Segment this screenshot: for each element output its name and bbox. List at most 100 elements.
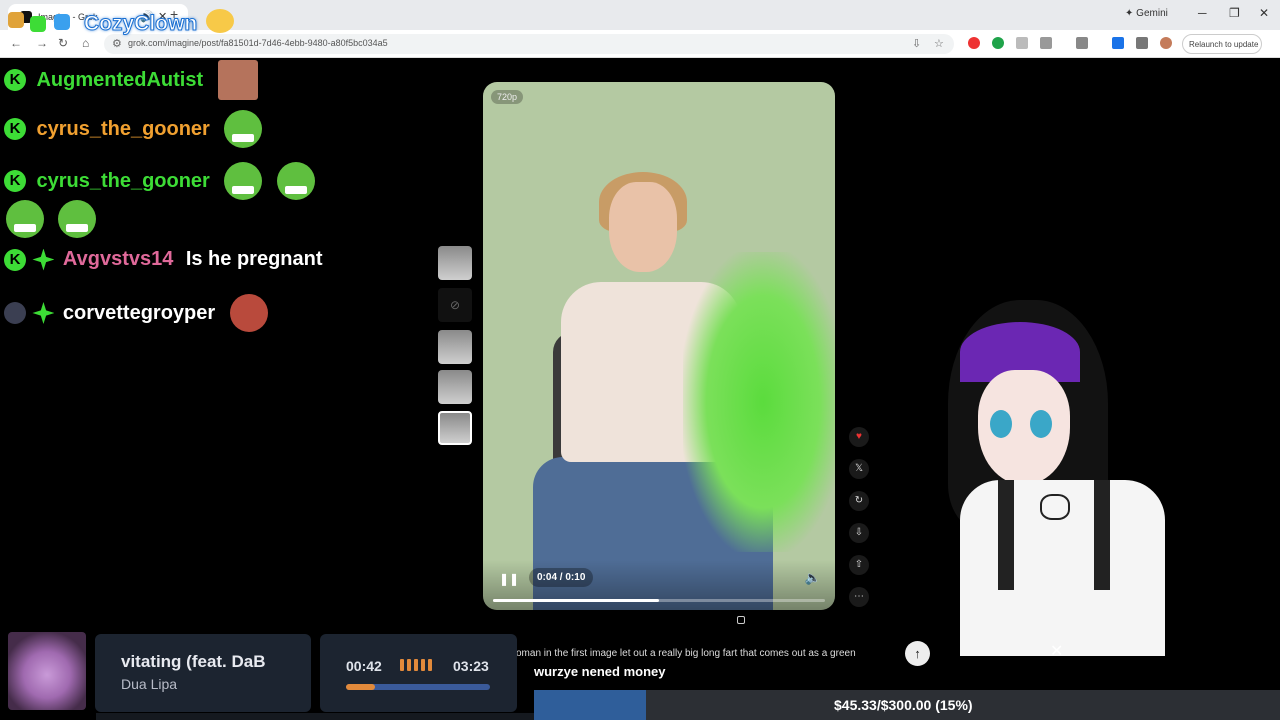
pepe-emote-icon: [276, 162, 315, 200]
resolution-badge: 720p: [491, 90, 524, 104]
chat-text: Is he pregnant: [185, 248, 323, 270]
relaunch-button[interactable]: Relaunch to update: [1182, 34, 1262, 54]
overlay-title: CozyClown: [83, 12, 198, 36]
chat-username: Avgvstvs14: [62, 248, 174, 270]
volume-icon[interactable]: 🔈: [805, 570, 821, 586]
pepe-emote-icon: [224, 162, 263, 200]
pause-icon[interactable]: ❚❚: [499, 572, 519, 588]
seek-bar[interactable]: [493, 599, 825, 602]
video-controls: ❚❚ 0:04 / 0:10 🔈: [483, 560, 835, 610]
minimize-icon[interactable]: ─: [1198, 6, 1207, 20]
x-share-icon[interactable]: 𝕏: [849, 459, 869, 479]
download-icon[interactable]: ⇩: [849, 523, 869, 543]
music-progress-fill: [346, 684, 375, 690]
pepe-emote-icon: [224, 110, 263, 148]
sidepanel-icon[interactable]: [1076, 37, 1088, 49]
address-bar[interactable]: ⚙ grok.com/imagine/post/fa81501d-7d46-4e…: [104, 34, 954, 54]
stop-icon[interactable]: [737, 616, 745, 624]
chat-username: corvettegroyper: [62, 301, 216, 324]
site-info-icon[interactable]: ⚙: [112, 37, 122, 50]
video-player[interactable]: 720p ❚❚ 0:04 / 0:10 🔈: [483, 82, 835, 610]
music-current-time: 00:42: [346, 658, 382, 674]
head-shape: [609, 182, 677, 272]
gemini-button[interactable]: ✦ Gemini: [1125, 8, 1168, 19]
twitter-bird-icon: [54, 14, 70, 30]
submit-arrow-icon[interactable]: ↑: [905, 641, 930, 666]
close-icon[interactable]: ✕: [1050, 641, 1063, 661]
url-text: grok.com/imagine/post/fa81501d-7d46-4ebb…: [128, 38, 388, 48]
gemini-label: Gemini: [1136, 8, 1168, 19]
media-icon[interactable]: [1136, 37, 1148, 49]
restore-icon[interactable]: ❐: [1229, 6, 1240, 20]
extension-icon[interactable]: [992, 37, 1004, 49]
donation-goal-text: $45.33/$300.00 (15%): [834, 697, 973, 713]
face-emote-icon: [217, 60, 258, 100]
chat-username: AugmentedAutist: [36, 68, 204, 91]
overlay-logo-cluster: [0, 6, 80, 42]
heart-icon[interactable]: ♥: [849, 427, 869, 447]
song-title: vitating (feat. DaB: [121, 652, 266, 671]
duration: 0:10: [565, 572, 586, 583]
window-close-icon[interactable]: ✕: [1259, 6, 1269, 20]
extension-icon[interactable]: [1016, 37, 1028, 49]
vtuber-eye-shape: [1030, 410, 1052, 438]
song-artist: Dua Lipa: [121, 676, 178, 692]
chat-message: K cyrus_the_gooner: [4, 110, 263, 150]
chat-message: corvettegroyper: [4, 294, 268, 334]
selected-thumbnail[interactable]: [438, 411, 472, 445]
chat-message: K cyrus_the_gooner: [4, 162, 315, 202]
donation-goal-bar: $45.33/$300.00 (15%): [534, 690, 1280, 720]
music-duration: 03:23: [453, 658, 489, 674]
mascot-icon: [8, 12, 24, 28]
seek-bar-fill: [493, 599, 659, 602]
share-icon[interactable]: ⇧: [849, 555, 869, 575]
extensions-puzzle-icon[interactable]: [1040, 37, 1052, 49]
user-avatar: [4, 302, 26, 324]
kick-badge-icon: K: [4, 170, 26, 192]
profile-avatar[interactable]: [1160, 37, 1172, 49]
playback-time-card: 00:42 03:23: [320, 634, 517, 712]
chat-message-continued: [6, 200, 97, 240]
pepe-emote-icon: [6, 200, 44, 238]
kick-badge-icon: K: [4, 248, 26, 271]
chat-message: K Avgvstvs14 Is he pregnant: [4, 248, 323, 288]
time-display: 0:04 / 0:10: [529, 568, 594, 587]
install-icon[interactable]: ⇩: [912, 37, 921, 50]
vtuber-eye-shape: [990, 410, 1012, 438]
green-smoke-shape: [683, 252, 835, 552]
regenerate-icon[interactable]: ↻: [849, 491, 869, 511]
chat-username: cyrus_the_gooner: [36, 117, 210, 140]
vtuber-strap-shape: [1094, 480, 1110, 590]
chat-panel: K AugmentedAutist K cyrus_the_gooner K c…: [0, 58, 420, 358]
chat-message: K AugmentedAutist: [4, 60, 258, 100]
album-art: [8, 632, 86, 710]
stream-screen: Imagine - Grok 🔊 ✕ + ✦ Gemini ─ ❐ ✕ ← → …: [0, 0, 1280, 720]
hidden-thumbnail-icon[interactable]: ⊘: [438, 288, 472, 322]
subscriber-badge-icon: [32, 248, 55, 271]
history-thumbnail[interactable]: [438, 246, 472, 280]
vtuber-bow-shape: [1040, 494, 1070, 520]
pepe-emote-icon: [58, 200, 97, 238]
prompt-input[interactable]: oman in the first image let out a really…: [516, 648, 901, 659]
more-icon[interactable]: ⋯: [849, 587, 869, 607]
face-emote-icon: [229, 294, 268, 332]
subscriber-badge-icon: [32, 302, 55, 324]
taskbar-strip: [96, 713, 536, 720]
current-time: 0:04: [537, 572, 558, 583]
history-thumbnail[interactable]: [438, 370, 472, 404]
extension-icon[interactable]: [968, 37, 980, 49]
kick-badge-icon: K: [4, 69, 26, 91]
now-playing-card: vitating (feat. DaB Dua Lipa: [95, 634, 311, 712]
donation-goal-fill: [534, 690, 646, 720]
history-thumbnail[interactable]: [438, 330, 472, 364]
download-icon[interactable]: [1112, 37, 1124, 49]
kick-badge-icon: K: [4, 118, 26, 140]
vtuber-strap-shape: [998, 480, 1014, 590]
equalizer-icon: [400, 658, 440, 672]
kick-logo-icon: [30, 16, 46, 32]
bookmark-star-icon[interactable]: ☆: [934, 37, 944, 50]
laughing-emoji-icon: [206, 9, 234, 33]
home-icon[interactable]: ⌂: [82, 36, 89, 50]
music-progress-bar: [346, 684, 490, 690]
chat-username: cyrus_the_gooner: [36, 169, 210, 192]
